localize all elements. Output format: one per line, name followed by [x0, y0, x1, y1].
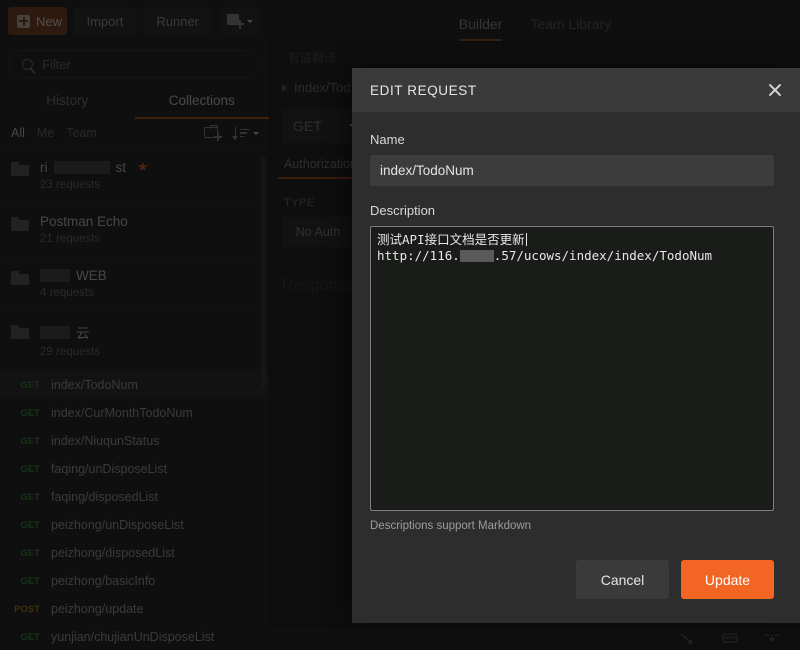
redacted-block	[459, 250, 494, 262]
name-input[interactable]	[370, 155, 774, 186]
description-textarea[interactable]: 测试API接口文档是否更新 http://116. .57/ucows/index…	[370, 226, 774, 511]
description-line-1: 测试API接口文档是否更新	[377, 232, 767, 248]
modal-header: EDIT REQUEST	[352, 68, 800, 112]
modal-body: Name Description 测试API接口文档是否更新 http://11…	[352, 112, 800, 560]
description-field-label: Description	[370, 203, 436, 218]
description-line-1-text: 测试API接口文档是否更新	[377, 232, 525, 247]
modal-footer: Cancel Update	[352, 560, 800, 623]
cancel-button[interactable]: Cancel	[576, 560, 669, 599]
description-url-prefix: http://116.	[377, 248, 460, 263]
name-field-label: Name	[370, 132, 405, 147]
text-cursor	[525, 233, 528, 246]
close-icon[interactable]	[767, 82, 783, 98]
modal-title: EDIT REQUEST	[370, 82, 477, 98]
description-url-suffix: .57/ucows/index/index/TodoNum	[493, 248, 713, 263]
description-line-2: http://116. .57/ucows/index/index/TodoNum	[377, 248, 767, 264]
markdown-hint: Descriptions support Markdown	[370, 520, 532, 532]
edit-request-modal: EDIT REQUEST Name Description 测试API接口文档是…	[352, 68, 800, 623]
update-button[interactable]: Update	[681, 560, 774, 599]
